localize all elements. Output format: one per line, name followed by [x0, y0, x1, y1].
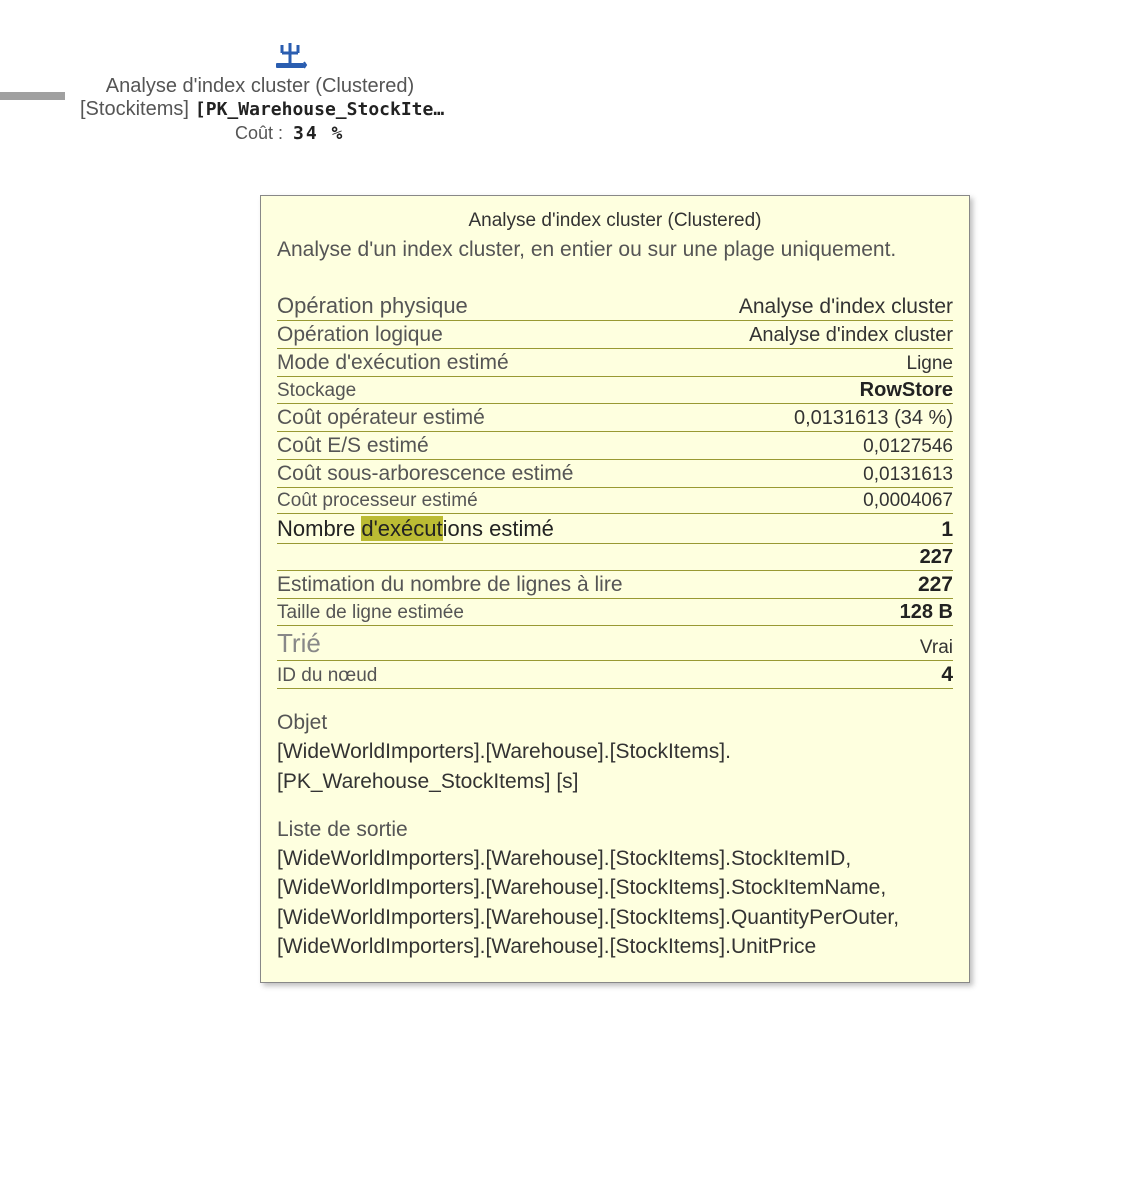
object-section-text: [WideWorldImporters].[Warehouse].[StockI… — [277, 737, 953, 796]
cost-label: Coût : — [235, 123, 283, 143]
property-value: Vrai — [920, 637, 953, 659]
property-label: Opération logique — [277, 323, 443, 347]
plan-node-cost: Coût : 34 % — [235, 123, 440, 144]
property-row: Mode d'exécution estimé Ligne — [277, 349, 953, 377]
property-label: Mode d'exécution estimé — [277, 351, 509, 375]
property-label: Coût sous-arborescence estimé — [277, 462, 573, 486]
property-value: Ligne — [907, 353, 954, 375]
property-row: Estimation du nombre de lignes à lire 227 — [277, 571, 953, 599]
property-value: 227 — [920, 546, 953, 569]
property-value: 0,0004067 — [863, 490, 953, 512]
property-label: Stockage — [277, 380, 356, 402]
plan-node-index: [PK_Warehouse_StockIte… — [195, 99, 444, 120]
property-value: 1 — [941, 518, 953, 542]
property-label: Opération physique — [277, 293, 468, 319]
property-label: Coût E/S estimé — [277, 434, 429, 458]
tooltip-description: Analyse d'un index cluster, en entier ou… — [277, 236, 953, 263]
plan-connector-line — [0, 92, 65, 100]
property-row: Coût E/S estimé 0,0127546 — [277, 432, 953, 460]
property-row: Coût opérateur estimé 0,0131613 (34 %) — [277, 404, 953, 432]
property-row: Taille de ligne estimée 128 B — [277, 599, 953, 626]
property-row: Opération physique Analyse d'index cluste… — [277, 291, 953, 321]
property-value: 4 — [941, 663, 953, 687]
property-label: Coût opérateur estimé — [277, 406, 485, 430]
property-label: ID du nœud — [277, 665, 377, 687]
cost-value: 34 % — [293, 123, 344, 144]
property-label: Coût processeur estimé — [277, 490, 478, 512]
property-row: 227 — [277, 544, 953, 571]
property-row: Coût sous-arborescence estimé 0,0131613 — [277, 460, 953, 488]
property-value: 128 B — [900, 601, 953, 624]
property-label: Trié — [277, 628, 321, 659]
tooltip-title: Analyse d'index cluster (Clustered) — [277, 210, 953, 232]
output-section-text: [WideWorldImporters].[Warehouse].[StockI… — [277, 844, 953, 962]
property-value: RowStore — [860, 379, 953, 402]
property-value: Analyse d'index cluster — [749, 324, 953, 347]
property-label: Estimation du nombre de lignes à lire — [277, 573, 623, 597]
property-value: 227 — [918, 573, 953, 597]
property-value: 0,0127546 — [863, 436, 953, 458]
property-row-executions: Nombre d'exécutions estimé 1 — [277, 514, 953, 544]
property-row: Opération logique Analyse d'index cluster — [277, 321, 953, 349]
property-row: Stockage RowStore — [277, 377, 953, 404]
plan-node-title: Analyse d'index cluster (Clustered) — [80, 75, 440, 98]
plan-node-table: [Stockitems] — [80, 98, 189, 121]
output-section-label: Liste de sortie — [277, 818, 953, 842]
clustered-index-scan-icon — [270, 35, 310, 75]
plan-node[interactable]: Analyse d'index cluster (Clustered) [Sto… — [80, 35, 440, 144]
operator-tooltip: Analyse d'index cluster (Clustered) Anal… — [260, 195, 970, 983]
property-row-sorted: Trié Vrai — [277, 626, 953, 661]
property-value: Analyse d'index cluster — [739, 295, 953, 319]
property-label: Nombre d'exécutions estimé — [277, 516, 554, 542]
property-label: Taille de ligne estimée — [277, 602, 464, 624]
property-row-node-id: ID du nœud 4 — [277, 661, 953, 689]
property-row: Coût processeur estimé 0,0004067 — [277, 488, 953, 514]
object-section-label: Objet — [277, 711, 953, 735]
property-value: 0,0131613 — [863, 464, 953, 486]
property-value: 0,0131613 (34 %) — [794, 407, 953, 430]
